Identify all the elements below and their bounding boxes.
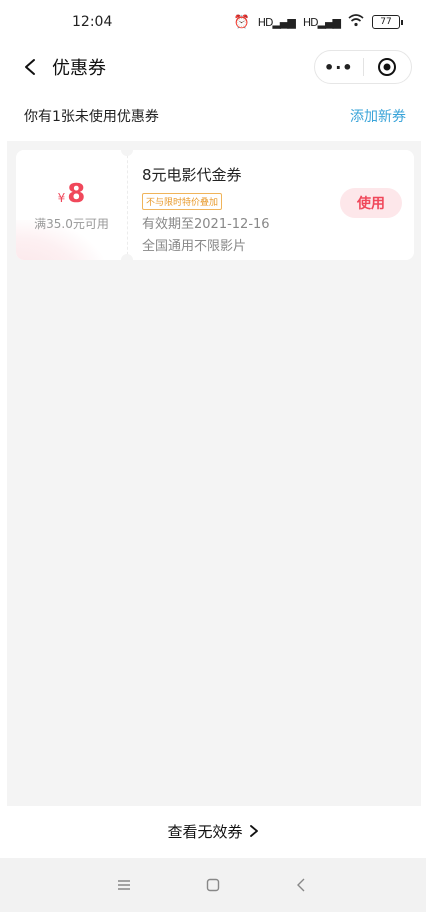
signal-icon-2: HD▂▄▆ (302, 15, 341, 29)
menu-button[interactable] (104, 865, 144, 905)
amount-value: 8 (67, 178, 86, 209)
status-time: 12:04 (72, 14, 113, 30)
more-dots-icon: •·• (323, 57, 354, 77)
status-icons: ⏰ HD▂▄▆ HD▂▄▆ 77 (233, 13, 403, 31)
unused-count-text: 你有1张未使用优惠券 (24, 109, 159, 125)
menu-icon (118, 880, 131, 890)
battery-icon: 77 (372, 15, 403, 29)
min-spend-text: 满35.0元可用 (34, 216, 109, 231)
home-icon (206, 878, 220, 892)
signal-icon-1: HD▂▄▆ (257, 15, 296, 29)
back-icon[interactable] (20, 57, 40, 77)
view-invalid-coupons-link[interactable]: 查看无效券 (0, 806, 426, 856)
coupon-value-section: ¥ 8 满35.0元可用 (16, 150, 127, 260)
currency-symbol: ¥ (57, 190, 66, 205)
system-nav-bar (0, 858, 426, 912)
more-button[interactable]: •·• (315, 51, 363, 83)
coupon-card[interactable]: ¥ 8 满35.0元可用 8元电影代金券 不与限时特价叠加 有效期至2021-1… (16, 150, 414, 260)
mini-program-capsule: •·• (314, 50, 412, 84)
system-back-icon (296, 878, 305, 892)
signal-2-label: HD (302, 15, 319, 29)
coupon-name: 8元电影代金券 (142, 166, 242, 184)
system-back-button[interactable] (282, 865, 322, 905)
coupon-list: ¥ 8 满35.0元可用 8元电影代金券 不与限时特价叠加 有效期至2021-1… (7, 141, 421, 806)
status-bar: 12:04 ⏰ HD▂▄▆ HD▂▄▆ 77 (0, 0, 426, 44)
close-mini-program-button[interactable] (364, 51, 412, 83)
view-invalid-label: 查看无效券 (167, 822, 243, 841)
target-icon (378, 58, 397, 76)
scope-text: 全国通用不限影片 (142, 239, 247, 254)
use-button[interactable]: 使用 (340, 188, 402, 218)
home-button[interactable] (193, 865, 233, 905)
battery-level: 77 (380, 17, 392, 27)
add-coupon-link[interactable]: 添加新券 (350, 106, 406, 126)
restriction-tag: 不与限时特价叠加 (142, 193, 223, 210)
wifi-icon (348, 13, 364, 31)
page-title: 优惠券 (52, 58, 106, 79)
alarm-icon: ⏰ (233, 14, 250, 30)
coupon-amount: ¥ 8 (58, 179, 86, 209)
nav-bar: 优惠券 •·• (0, 44, 426, 90)
coupon-info-section: 8元电影代金券 不与限时特价叠加 有效期至2021-12-16 全国通用不限影片… (128, 150, 414, 260)
summary-bar: 你有1张未使用优惠券 添加新券 (0, 96, 426, 136)
chevron-right-icon (249, 824, 259, 838)
signal-1-label: HD (257, 15, 274, 29)
